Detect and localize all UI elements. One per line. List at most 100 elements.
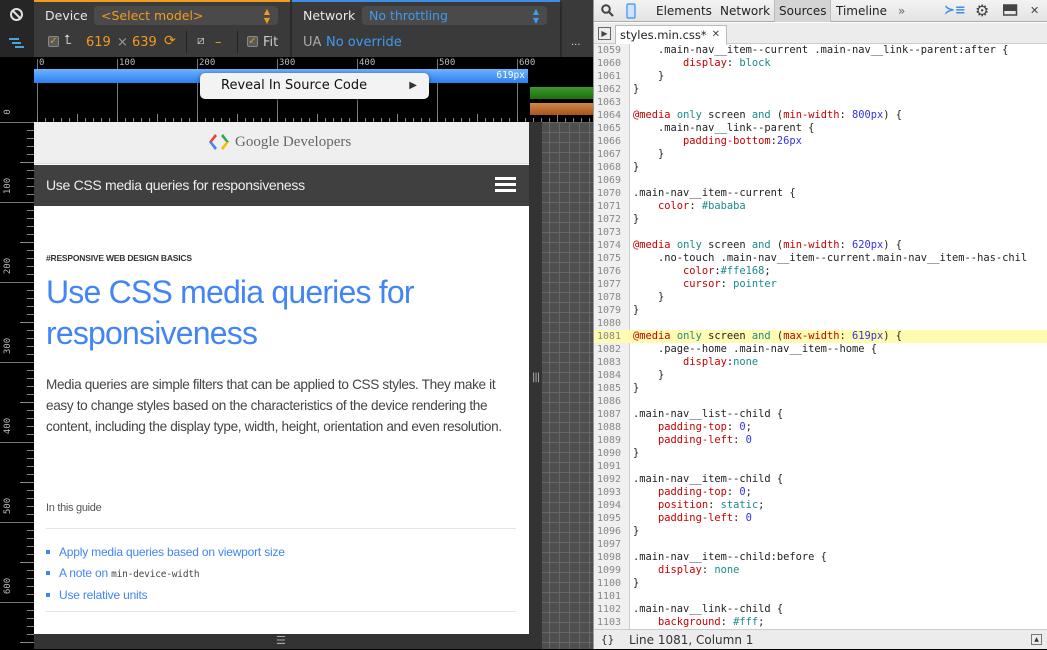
code-line[interactable]: 1102 .main-nav__link--child { bbox=[594, 603, 1047, 616]
line-number[interactable]: 1082 bbox=[597, 343, 625, 356]
line-number[interactable]: 1061 bbox=[597, 70, 625, 83]
code-line[interactable]: 1060 display: block bbox=[594, 57, 1047, 70]
close-tab-icon[interactable]: ✕ bbox=[712, 26, 720, 44]
swap-dimensions-icon[interactable]: ⮤ bbox=[64, 33, 72, 48]
code-line[interactable]: 1068} bbox=[594, 161, 1047, 174]
line-number[interactable]: 1100 bbox=[597, 577, 625, 590]
code-line[interactable]: 1099 display: none bbox=[594, 564, 1047, 577]
line-number[interactable]: 1078 bbox=[597, 291, 625, 304]
code-line[interactable]: 1087 .main-nav__list--child { bbox=[594, 408, 1047, 421]
more-tabs-button[interactable]: » bbox=[894, 0, 909, 22]
disable-emulation-icon[interactable] bbox=[9, 7, 24, 26]
line-number[interactable]: 1090 bbox=[597, 447, 625, 460]
code-line[interactable]: 1063 bbox=[594, 96, 1047, 109]
width-input[interactable]: 619 bbox=[86, 35, 111, 50]
tab-network[interactable]: Network bbox=[716, 0, 774, 22]
show-console-icon[interactable]: ▲ bbox=[1031, 634, 1042, 645]
network-throttling-select[interactable]: No throttling ▲ ▼ bbox=[362, 6, 547, 25]
tab-elements[interactable]: Elements bbox=[652, 0, 716, 22]
code-line[interactable]: 1090} bbox=[594, 447, 1047, 460]
article-kicker[interactable]: #RESPONSIVE WEB DESIGN BASICS bbox=[46, 253, 192, 263]
dock-side-icon[interactable] bbox=[1002, 0, 1018, 22]
line-number[interactable]: 1103 bbox=[597, 616, 625, 629]
code-line[interactable]: 1086 bbox=[594, 395, 1047, 408]
code-line[interactable]: 1101 bbox=[594, 590, 1047, 603]
settings-gear-icon[interactable]: ⚙ bbox=[975, 0, 989, 22]
search-icon[interactable] bbox=[601, 0, 614, 22]
console-drawer-icon[interactable]: ≻≡ bbox=[944, 0, 966, 22]
fit-checkbox[interactable]: ✓ bbox=[247, 36, 258, 47]
line-number[interactable]: 1098 bbox=[597, 551, 625, 564]
line-number[interactable]: 1069 bbox=[597, 174, 625, 187]
code-line[interactable]: 1062} bbox=[594, 83, 1047, 96]
pretty-print-button[interactable]: {} bbox=[601, 630, 614, 650]
tab-sources[interactable]: Sources bbox=[774, 0, 832, 22]
min-width-media-query-bar[interactable] bbox=[530, 87, 593, 99]
code-line[interactable]: 1075 .no-touch .main-nav__item--current.… bbox=[594, 252, 1047, 265]
line-number[interactable]: 1084 bbox=[597, 369, 625, 382]
code-line[interactable]: 1077 cursor: pointer bbox=[594, 278, 1047, 291]
line-number[interactable]: 1077 bbox=[597, 278, 625, 291]
line-number[interactable]: 1094 bbox=[597, 499, 625, 512]
line-number[interactable]: 1088 bbox=[597, 421, 625, 434]
line-number[interactable]: 1087 bbox=[597, 408, 625, 421]
height-input[interactable]: 639 bbox=[132, 35, 157, 50]
line-number[interactable]: 1091 bbox=[597, 460, 625, 473]
code-line[interactable]: 1076 color:#ffe168; bbox=[594, 265, 1047, 278]
code-editor[interactable]: 1059 .main-nav__item--current .main-nav_… bbox=[594, 44, 1047, 629]
line-number[interactable]: 1081 bbox=[597, 330, 625, 343]
code-line[interactable]: 1071 color: #bababa bbox=[594, 200, 1047, 213]
line-number[interactable]: 1063 bbox=[597, 96, 625, 109]
line-number[interactable]: 1083 bbox=[597, 356, 625, 369]
line-number[interactable]: 1101 bbox=[597, 590, 625, 603]
resize-handle-right[interactable]: ||| bbox=[529, 122, 542, 649]
line-number[interactable]: 1074 bbox=[597, 239, 625, 252]
code-line[interactable]: 1098 .main-nav__item--child:before { bbox=[594, 551, 1047, 564]
code-line[interactable]: 1095 padding-left: 0 bbox=[594, 512, 1047, 525]
line-number[interactable]: 1059 bbox=[597, 44, 625, 57]
code-line[interactable]: 1064 @media only screen and (min-width: 8… bbox=[594, 109, 1047, 122]
guide-item[interactable]: Apply media queries based on viewport si… bbox=[46, 542, 285, 563]
code-line[interactable]: 1103 background: #fff; bbox=[594, 616, 1047, 629]
line-number[interactable]: 1067 bbox=[597, 148, 625, 161]
device-pixel-ratio-input[interactable]: – bbox=[215, 35, 222, 50]
code-line[interactable]: 1092 .main-nav__item--child { bbox=[594, 473, 1047, 486]
code-line[interactable]: 1080 bbox=[594, 317, 1047, 330]
ua-override-input[interactable]: No override bbox=[326, 35, 402, 50]
line-number[interactable]: 1093 bbox=[597, 486, 625, 499]
rotate-icon[interactable]: ⟳ bbox=[164, 33, 176, 49]
more-options-button[interactable]: ... bbox=[571, 37, 581, 48]
device-mode-icon[interactable] bbox=[626, 0, 636, 22]
code-line[interactable]: 1083 display:none bbox=[594, 356, 1047, 369]
reveal-in-source-menu-item[interactable]: Reveal In Source Code bbox=[221, 78, 367, 93]
line-number[interactable]: 1073 bbox=[597, 226, 625, 239]
line-number[interactable]: 1062 bbox=[597, 83, 625, 96]
line-number[interactable]: 1092 bbox=[597, 473, 625, 486]
media-queries-icon[interactable] bbox=[9, 36, 25, 54]
line-number[interactable]: 1070 bbox=[597, 187, 625, 200]
line-number[interactable]: 1072 bbox=[597, 213, 625, 226]
code-line[interactable]: 1084 } bbox=[594, 369, 1047, 382]
line-number[interactable]: 1068 bbox=[597, 161, 625, 174]
device-model-select[interactable]: <Select model> ▲ ▼ bbox=[94, 6, 278, 25]
code-line[interactable]: 1096} bbox=[594, 525, 1047, 538]
code-line[interactable]: 1074 @media only screen and (min-width: 6… bbox=[594, 239, 1047, 252]
menu-hamburger-icon[interactable] bbox=[495, 177, 516, 193]
code-line[interactable]: 1072} bbox=[594, 213, 1047, 226]
code-line[interactable]: 1073 bbox=[594, 226, 1047, 239]
code-line[interactable]: 1094 position: static; bbox=[594, 499, 1047, 512]
close-devtools-icon[interactable]: ✕ bbox=[1030, 0, 1039, 22]
min-width-media-query-bar-2[interactable] bbox=[530, 103, 593, 115]
emulate-resolution-checkbox[interactable]: ✓ bbox=[48, 36, 59, 47]
line-number[interactable]: 1076 bbox=[597, 265, 625, 278]
line-number[interactable]: 1071 bbox=[597, 200, 625, 213]
code-line[interactable]: 1065 .main-nav__link--parent { bbox=[594, 122, 1047, 135]
code-line[interactable]: 1082 .page--home .main-nav__item--home { bbox=[594, 343, 1047, 356]
code-line[interactable]: 1079} bbox=[594, 304, 1047, 317]
line-number[interactable]: 1079 bbox=[597, 304, 625, 317]
code-line[interactable]: 1100} bbox=[594, 577, 1047, 590]
code-line[interactable]: 1093 padding-top: 0; bbox=[594, 486, 1047, 499]
code-line[interactable]: 1078 } bbox=[594, 291, 1047, 304]
line-number[interactable]: 1064 bbox=[597, 109, 625, 122]
google-developers-logo[interactable]: Google Developers bbox=[208, 133, 351, 151]
